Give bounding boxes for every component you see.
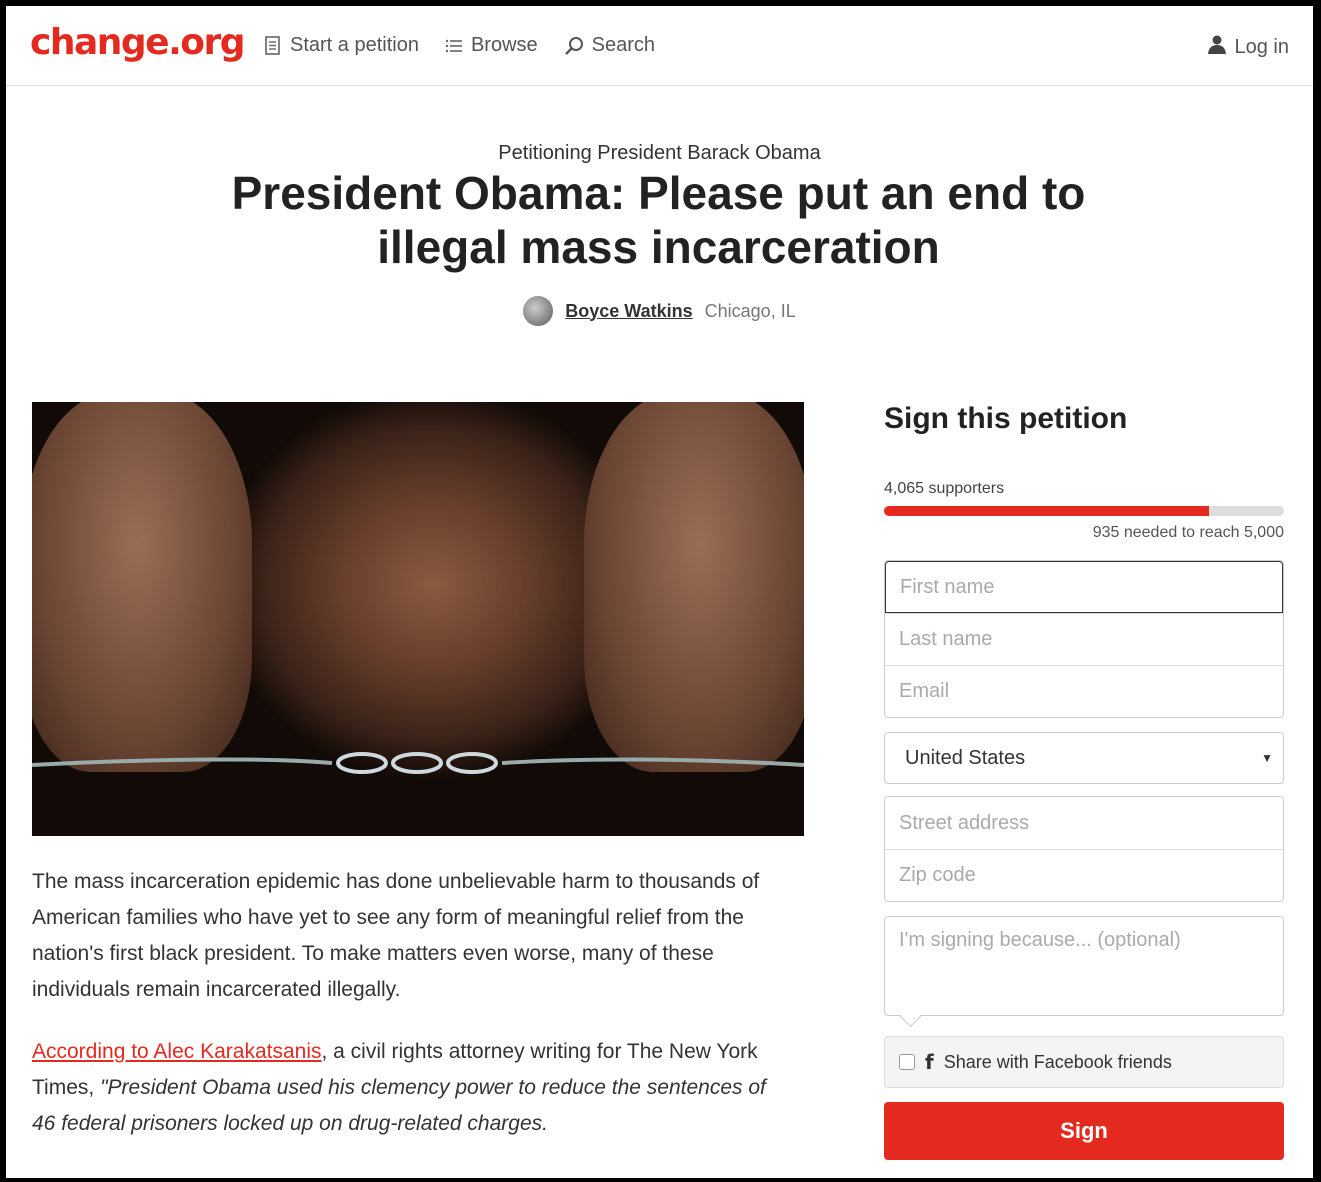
facebook-share-label: Share with Facebook friends xyxy=(943,1051,1172,1072)
petition-title: President Obama: Please put an end to il… xyxy=(231,167,1086,273)
petition-image xyxy=(32,402,804,836)
document-icon xyxy=(264,35,282,56)
left-hand-shape xyxy=(32,402,252,772)
main-nav: Start a petition Browse Search xyxy=(264,34,655,57)
sign-heading: Sign this petition xyxy=(884,402,1128,435)
login-link[interactable]: Log in xyxy=(1207,34,1290,60)
zip-code-field[interactable] xyxy=(885,849,1283,901)
browser-frame: change.org Start a petition Browse Searc… xyxy=(0,0,1321,1182)
supporters-needed: 935 needed to reach 5,000 xyxy=(1092,524,1284,541)
nav-label: Start a petition xyxy=(290,34,419,56)
list-icon xyxy=(445,38,463,54)
nav-label: Search xyxy=(591,34,656,56)
street-address-field[interactable] xyxy=(885,797,1283,849)
user-icon xyxy=(1207,34,1227,60)
country-value: United States xyxy=(905,746,1026,769)
progress-fill xyxy=(884,506,1210,516)
handcuff-chain-shape xyxy=(32,752,804,774)
petitioning-target: Petitioning President Barack Obama xyxy=(498,142,821,164)
email-field[interactable] xyxy=(885,665,1283,717)
search-icon xyxy=(564,36,584,56)
body-paragraph-2: According to Alec Karakatsanis, a civil … xyxy=(32,1034,792,1142)
author-name-link[interactable]: Boyce Watkins xyxy=(565,301,692,322)
body-paragraph-1: The mass incarceration epidemic has done… xyxy=(32,870,760,1001)
facebook-share-row: f Share with Facebook friends xyxy=(884,1036,1284,1088)
dropdown-arrow-icon: ▼ xyxy=(1261,751,1273,765)
nav-label: Browse xyxy=(470,34,538,56)
nav-search[interactable]: Search xyxy=(564,34,655,57)
first-name-field[interactable] xyxy=(885,561,1283,613)
address-group xyxy=(884,796,1284,902)
source-link[interactable]: According to Alec Karakatsanis xyxy=(32,1040,322,1063)
petition-body: The mass incarceration epidemic has done… xyxy=(32,864,792,1168)
name-email-group xyxy=(884,560,1284,718)
author-line: Boyce Watkins Chicago, IL xyxy=(6,296,1313,326)
right-hand-shape xyxy=(584,402,804,772)
avatar[interactable] xyxy=(523,296,554,326)
reason-textarea[interactable]: I'm signing because... (optional) xyxy=(884,916,1284,1016)
login-label: Log in xyxy=(1234,35,1290,58)
country-select[interactable]: United States ▼ xyxy=(884,732,1284,784)
quote-text: "President Obama used his clemency power… xyxy=(32,1076,766,1135)
site-header: change.org Start a petition Browse Searc… xyxy=(6,6,1313,86)
change-org-logo[interactable]: change.org xyxy=(30,22,246,63)
nav-browse[interactable]: Browse xyxy=(445,34,538,57)
supporters-count: 4,065 supporters xyxy=(884,480,1005,497)
facebook-share-checkbox[interactable] xyxy=(899,1054,915,1070)
last-name-field[interactable] xyxy=(885,613,1283,665)
author-location: Chicago, IL xyxy=(704,300,796,321)
nav-start-petition[interactable]: Start a petition xyxy=(264,34,419,57)
sign-panel: Sign this petition 4,065 supporters 935 … xyxy=(884,402,1284,1160)
facebook-icon: f xyxy=(925,1050,934,1074)
sign-button[interactable]: Sign xyxy=(884,1102,1284,1160)
progress-bar xyxy=(884,506,1284,516)
